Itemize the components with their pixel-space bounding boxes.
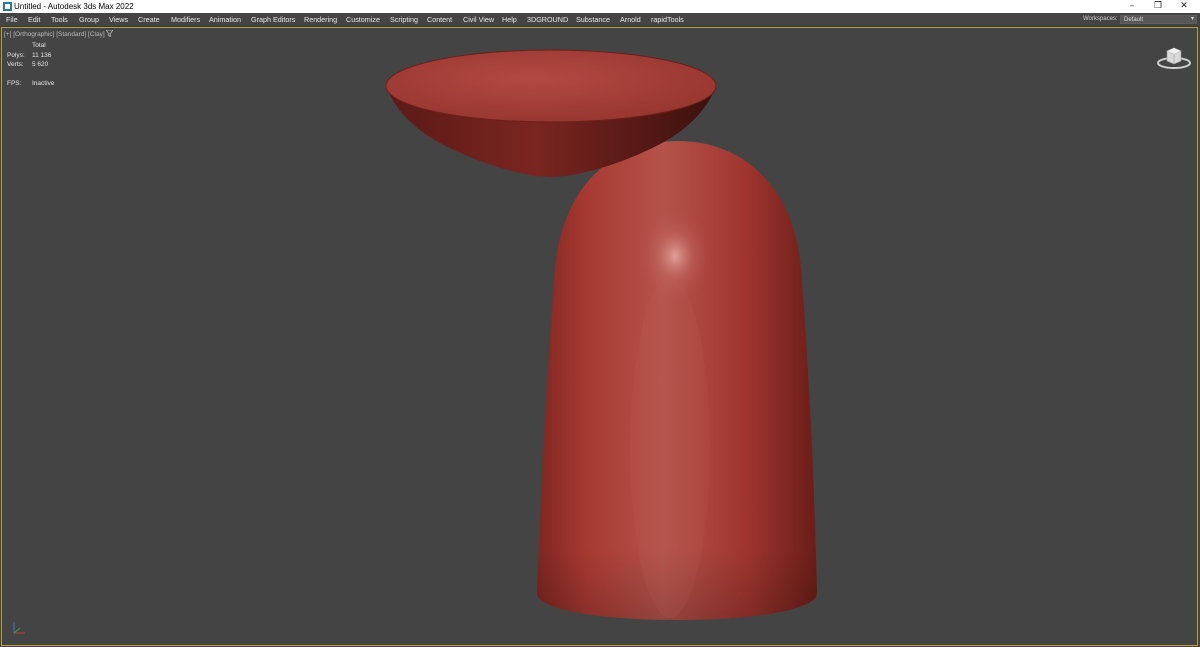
menu-civil-view[interactable]: Civil View: [463, 13, 494, 26]
menu-substance[interactable]: Substance: [576, 13, 610, 26]
viewport-shading-label[interactable]: [Standard]: [56, 31, 86, 38]
funnel-icon[interactable]: [105, 29, 115, 39]
menu-bar: File Edit Tools Group Views Create Modif…: [0, 13, 1200, 27]
menu-tools[interactable]: Tools: [51, 13, 68, 26]
workspaces-dropdown[interactable]: Default ▾: [1120, 15, 1197, 24]
menu-file[interactable]: File: [6, 13, 18, 26]
menu-rapidtools[interactable]: rapidTools: [651, 13, 684, 26]
viewport-style-label[interactable]: [Clay]: [88, 31, 105, 38]
menu-scripting[interactable]: Scripting: [390, 13, 418, 26]
viewport-label: [+] [Orthographic] [Standard] [Clay]: [4, 29, 115, 39]
polys-label: Polys:: [7, 52, 25, 59]
menu-graph-editors[interactable]: Graph Editors: [251, 13, 295, 26]
menu-rendering[interactable]: Rendering: [304, 13, 337, 26]
close-button[interactable]: ✕: [1170, 0, 1198, 13]
title-bar: Untitled - Autodesk 3ds Max 2022 – ❐ ✕: [0, 0, 1200, 13]
verts-value: 5 620: [32, 61, 49, 68]
fps-label: FPS:: [7, 80, 22, 87]
menu-modifiers[interactable]: Modifiers: [171, 13, 200, 26]
workspaces-value: Default: [1124, 17, 1144, 23]
menu-group[interactable]: Group: [79, 13, 99, 26]
window-title: Untitled - Autodesk 3ds Max 2022: [14, 2, 134, 11]
minimize-button[interactable]: –: [1118, 0, 1146, 13]
stats-header: Total: [32, 42, 46, 49]
menu-views[interactable]: Views: [109, 13, 128, 26]
menu-content[interactable]: Content: [427, 13, 452, 26]
menu-customize[interactable]: Customize: [346, 13, 380, 26]
menu-create[interactable]: Create: [138, 13, 160, 26]
chevron-down-icon: ▾: [1190, 16, 1194, 22]
menu-edit[interactable]: Edit: [28, 13, 40, 26]
viewport-menu-plus[interactable]: [+]: [4, 31, 11, 38]
viewport[interactable]: [+] [Orthographic] [Standard] [Clay] Tot…: [1, 27, 1198, 646]
menu-animation[interactable]: Animation: [209, 13, 241, 26]
menu-arnold[interactable]: Arnold: [620, 13, 641, 26]
menu-help[interactable]: Help: [502, 13, 517, 26]
fps-value: Inactive: [32, 80, 55, 87]
restore-button[interactable]: ❐: [1144, 0, 1172, 13]
scene-render: [385, 49, 817, 620]
workspaces-label: Workspaces:: [1083, 16, 1118, 22]
app-icon: [3, 2, 12, 11]
viewport-view-label[interactable]: [Orthographic]: [13, 31, 54, 38]
polys-value: 11 136: [32, 52, 52, 59]
verts-label: Verts:: [7, 61, 24, 68]
menu-3dground[interactable]: 3DGROUND: [527, 13, 568, 26]
viewcube-icon[interactable]: [1156, 43, 1192, 71]
capsule-object[interactable]: [537, 141, 817, 620]
axis-tripod-icon: [13, 622, 25, 634]
